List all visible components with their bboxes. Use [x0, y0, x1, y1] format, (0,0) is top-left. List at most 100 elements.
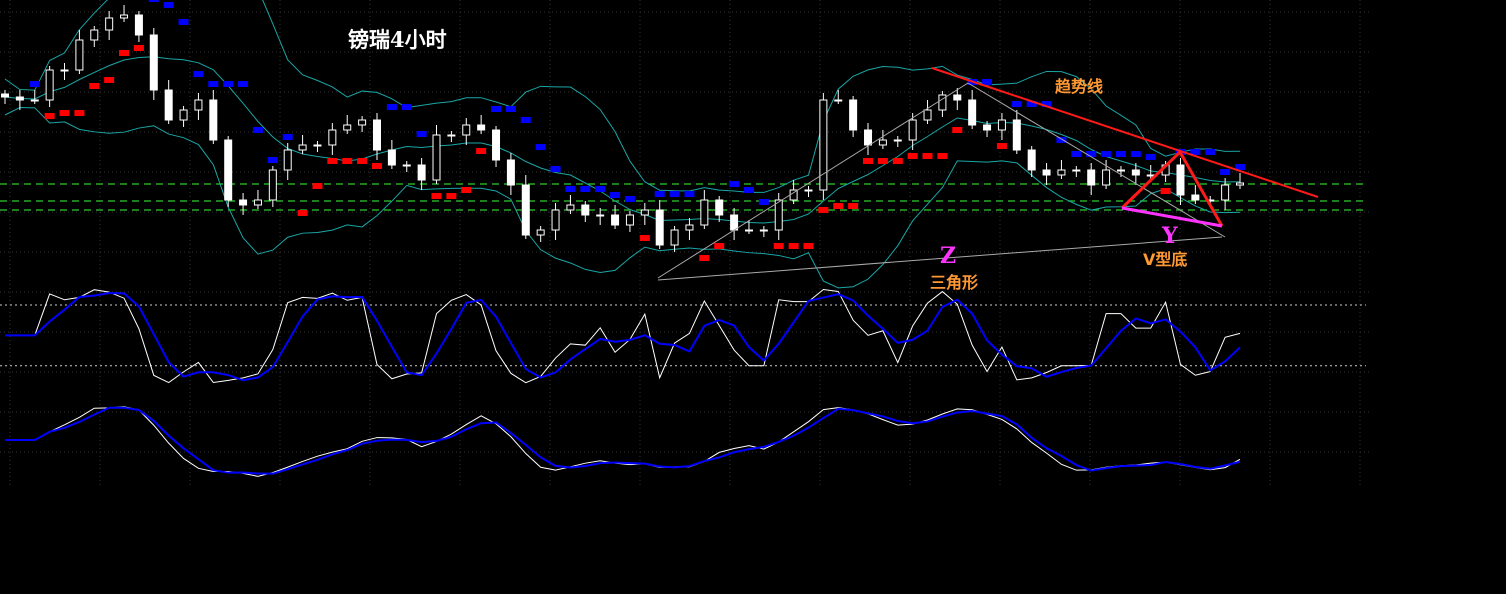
sar-dot-down [29, 81, 40, 87]
sar-dot-up [773, 243, 784, 249]
candle-bullish [1221, 184, 1230, 201]
fast-oscillator-panel [0, 289, 1366, 384]
candle-bullish [1057, 169, 1066, 176]
sar-dot-down [1205, 149, 1216, 155]
sar-dot-up [803, 243, 814, 249]
candle-bullish [819, 99, 828, 191]
forex-chart: 镑瑞4小时 趋势线 Z 三角形 Y V型底 [0, 0, 1370, 485]
candle-bullish [194, 99, 203, 111]
sar-dot-down [416, 131, 427, 137]
sar-dot-up [1160, 188, 1171, 194]
candle-bearish [164, 89, 173, 121]
candle-bullish [268, 169, 277, 201]
sar-dot-down [178, 19, 189, 25]
candle-bearish [655, 209, 664, 246]
candle-bearish [1012, 119, 1021, 151]
candle-bullish [253, 199, 262, 206]
sar-dot-up [357, 158, 368, 164]
candle-bearish [864, 129, 873, 146]
candle-bullish [105, 17, 114, 31]
sar-dot-up [937, 153, 948, 159]
sar-dot-down [491, 106, 502, 112]
sar-dot-down [535, 144, 546, 150]
sar-dot-up [371, 163, 382, 169]
candle-bullish [893, 139, 902, 142]
candle-bullish [90, 29, 99, 41]
candle-bearish [224, 139, 233, 201]
sar-dot-down [1115, 151, 1126, 157]
sar-dot-up [833, 203, 844, 209]
sar-dot-up [476, 148, 487, 154]
sar-dot-up [461, 187, 472, 193]
sar-dot-up [996, 143, 1007, 149]
sar-dot-up [863, 158, 874, 164]
candle-bullish [328, 129, 337, 146]
sar-dot-down [1101, 151, 1112, 157]
candle-bullish [462, 124, 471, 136]
sar-dot-down [520, 117, 531, 123]
candle-bullish [997, 119, 1006, 131]
oscillator-k-line [5, 406, 1241, 477]
sar-dot-up [907, 153, 918, 159]
triangle-label: 三角形 [930, 273, 978, 292]
sar-dot-up [119, 50, 130, 56]
candle-bullish [45, 69, 54, 101]
candle-bullish [878, 139, 887, 146]
candle-bearish [506, 159, 515, 186]
sar-dot-up [788, 243, 799, 249]
candle-bullish [60, 69, 69, 72]
v-bottom-label: V型底 [1143, 250, 1187, 269]
candle-bullish [804, 189, 813, 192]
candle-bullish [30, 99, 39, 102]
candle-bullish [551, 209, 560, 231]
candle-bearish [134, 14, 143, 36]
candle-bearish [730, 214, 739, 231]
candle-bearish [477, 124, 486, 131]
sar-dot-down [267, 157, 278, 163]
sar-dot-down [1220, 169, 1231, 175]
candle-bullish [744, 229, 753, 232]
candle-bearish [849, 99, 858, 131]
candle-bullish [759, 229, 768, 232]
sar-dot-down [505, 106, 516, 112]
sar-dot-down [743, 187, 754, 193]
sar-dot-down [758, 199, 769, 205]
candle-bearish [521, 184, 530, 236]
candle-bearish [1, 93, 9, 98]
sar-dot-up [59, 110, 70, 116]
candle-bullish [908, 119, 917, 141]
sar-dot-down [1056, 137, 1067, 143]
candle-bearish [968, 99, 977, 126]
candle-bearish [953, 94, 962, 101]
candle-bullish [640, 209, 649, 216]
sar-dot-down [654, 191, 665, 197]
sar-dot-down [982, 79, 993, 85]
candle-bearish [209, 99, 218, 141]
candle-bearish [492, 129, 501, 161]
sar-dot-down [610, 192, 621, 198]
z-label: Z [940, 243, 956, 269]
sar-dot-up [431, 193, 442, 199]
sar-dot-up [699, 255, 710, 261]
candle-bullish [1236, 182, 1244, 186]
sar-dot-up [297, 210, 308, 216]
candle-bullish [1116, 169, 1125, 172]
candle-bearish [1042, 169, 1051, 176]
candle-bullish [774, 199, 783, 231]
sar-dot-down [1086, 151, 1097, 157]
candle-bullish [402, 164, 411, 167]
sar-dot-up [342, 158, 353, 164]
candle-bearish [1131, 169, 1140, 176]
sar-dot-up [89, 83, 100, 89]
sar-dot-down [1011, 101, 1022, 107]
candle-bullish [313, 144, 322, 147]
sar-dot-up [327, 158, 338, 164]
candle-bullish [343, 124, 352, 131]
sar-dot-down [684, 191, 695, 197]
candle-bearish [239, 199, 248, 206]
sar-dot-up [818, 207, 829, 213]
candle-bullish [120, 14, 129, 19]
candle-bullish [685, 224, 694, 231]
sar-dot-down [193, 71, 204, 77]
sar-dot-down [595, 186, 606, 192]
